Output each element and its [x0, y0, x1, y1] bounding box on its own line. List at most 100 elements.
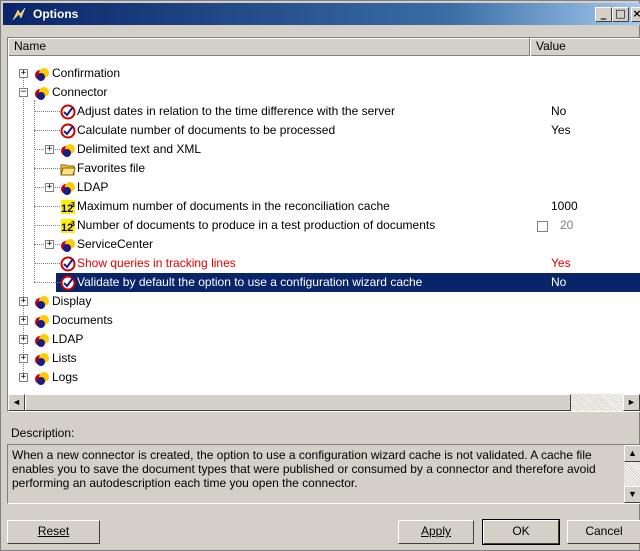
tree-row-label: Display: [52, 294, 92, 308]
tree-row[interactable]: Validate by default the option to use a …: [34, 273, 640, 292]
tree-connector-line: [34, 225, 60, 226]
tree-row[interactable]: + Delimited text and XML: [8, 140, 640, 159]
ok-button[interactable]: OK: [482, 519, 560, 545]
tree-row[interactable]: − Connector: [8, 83, 640, 102]
expand-icon[interactable]: +: [19, 335, 28, 344]
tree-row-label: LDAP: [77, 180, 109, 194]
tree-row[interactable]: 12 3 Number of documents to produce in a t…: [8, 216, 640, 235]
category-icon: [34, 85, 50, 101]
folder-icon: [60, 161, 76, 177]
category-icon: [60, 237, 76, 253]
tree-row-label: ServiceCenter: [77, 237, 154, 251]
tree-row-label: Number of documents to produce in a test…: [77, 218, 436, 232]
expand-icon[interactable]: +: [19, 297, 28, 306]
description-label: Description:: [11, 426, 75, 440]
expand-icon[interactable]: +: [45, 183, 54, 192]
tree-row-label: Confirmation: [52, 66, 121, 80]
collapse-icon[interactable]: −: [19, 88, 28, 97]
tree-row-label: Lists: [52, 351, 77, 365]
maximize-button[interactable]: □: [612, 7, 629, 22]
category-icon: [60, 142, 76, 158]
tree-row[interactable]: + LDAP: [8, 330, 640, 349]
column-header-bar: Name Value: [8, 38, 640, 56]
tree-row[interactable]: + ServiceCenter: [8, 235, 640, 254]
description-box: When a new connector is created, the opt…: [7, 444, 640, 504]
tree-row-label: Logs: [52, 370, 79, 384]
tree-row-value[interactable]: 1000: [551, 199, 578, 213]
description-text: When a new connector is created, the opt…: [12, 448, 596, 490]
cancel-button[interactable]: Cancel: [567, 520, 640, 544]
expand-icon[interactable]: +: [19, 354, 28, 363]
options-app-icon: [12, 7, 26, 21]
tree-row[interactable]: Show queries in tracking lines Yes: [8, 254, 640, 273]
minimize-button[interactable]: _: [595, 7, 612, 22]
tree-row-label: Connector: [52, 85, 108, 99]
tree-row[interactable]: Favorites file: [8, 159, 640, 178]
tree-row-label: Show queries in tracking lines: [77, 256, 236, 270]
tree-row-label: Maximum number of documents in the recon…: [77, 199, 390, 213]
category-icon: [34, 313, 50, 329]
category-icon: [34, 66, 50, 82]
title-bar[interactable]: Options _ □ ×: [3, 3, 640, 25]
column-header-value[interactable]: Value: [530, 38, 640, 56]
category-icon: [34, 294, 50, 310]
svg-text:3: 3: [71, 221, 75, 228]
tree-row-value[interactable]: Yes: [551, 256, 571, 270]
tree-row-value[interactable]: No: [551, 275, 566, 289]
horizontal-scrollbar[interactable]: ◄ ►: [8, 394, 640, 411]
reset-label: Reset: [37, 524, 70, 538]
scroll-up-button[interactable]: ▲: [624, 445, 640, 462]
scroll-right-button[interactable]: ►: [623, 394, 640, 411]
tree-row[interactable]: + Confirmation: [8, 64, 640, 83]
expand-icon[interactable]: +: [19, 316, 28, 325]
expand-icon[interactable]: +: [45, 145, 54, 154]
tree-row-label: LDAP: [52, 332, 84, 346]
apply-button[interactable]: Apply: [398, 520, 474, 544]
description-scrollbar[interactable]: ▲ ▼: [624, 445, 640, 503]
reset-button[interactable]: Reset: [7, 520, 100, 544]
category-icon: [34, 351, 50, 367]
tree-row-label: Delimited text and XML: [77, 142, 202, 156]
tree-connector-line: [34, 111, 60, 112]
tree-row[interactable]: + Lists: [8, 349, 640, 368]
tree-connector-line: [34, 168, 60, 169]
tree-connector-line: [34, 282, 60, 283]
tree-row[interactable]: + Display: [8, 292, 640, 311]
category-icon: [60, 180, 76, 196]
tree-row[interactable]: Adjust dates in relation to the time dif…: [8, 102, 640, 121]
tree-row[interactable]: + Documents: [8, 311, 640, 330]
category-icon: [34, 370, 50, 386]
expand-icon[interactable]: +: [19, 69, 28, 78]
options-tree-view[interactable]: Name Value + Confirmation − Connector Adjust…: [7, 37, 640, 412]
expand-icon[interactable]: +: [45, 240, 54, 249]
tree-row-label: Favorites file: [77, 161, 146, 175]
column-header-name[interactable]: Name: [8, 38, 530, 56]
tree-row-value[interactable]: 20: [560, 218, 573, 232]
scroll-down-button[interactable]: ▼: [624, 486, 640, 503]
tree-row-label: Documents: [52, 313, 113, 327]
value-checkbox[interactable]: [537, 221, 548, 232]
scroll-thumb[interactable]: [25, 394, 571, 411]
tree-connector-line: [34, 130, 60, 131]
tree-row-value[interactable]: Yes: [551, 123, 571, 137]
scroll-track[interactable]: [571, 394, 623, 411]
tree-connector-line: [34, 206, 60, 207]
svg-text:3: 3: [71, 202, 75, 209]
options-window: Options _ □ × Name Value + Confirmation − C…: [0, 0, 640, 551]
scroll-left-button[interactable]: ◄: [8, 394, 25, 411]
numeric-option-icon: 12 3: [60, 218, 76, 234]
tree-row[interactable]: + Logs: [8, 368, 640, 387]
tree-connector-line: [34, 263, 60, 264]
tree-row-label: Calculate number of documents to be proc…: [77, 123, 336, 137]
expand-icon[interactable]: +: [19, 373, 28, 382]
tree-row-label: Adjust dates in relation to the time dif…: [77, 104, 395, 118]
tree-row[interactable]: 12 3 Maximum number of documents in the re…: [8, 197, 640, 216]
tree-row-value[interactable]: No: [551, 104, 566, 118]
boolean-option-icon: [60, 123, 76, 139]
tree-row[interactable]: + LDAP: [8, 178, 640, 197]
boolean-option-icon: [60, 275, 76, 291]
tree-row[interactable]: Calculate number of documents to be proc…: [8, 121, 640, 140]
window-title: Options: [33, 7, 79, 21]
close-button[interactable]: ×: [631, 7, 640, 22]
boolean-option-icon: [60, 104, 76, 120]
